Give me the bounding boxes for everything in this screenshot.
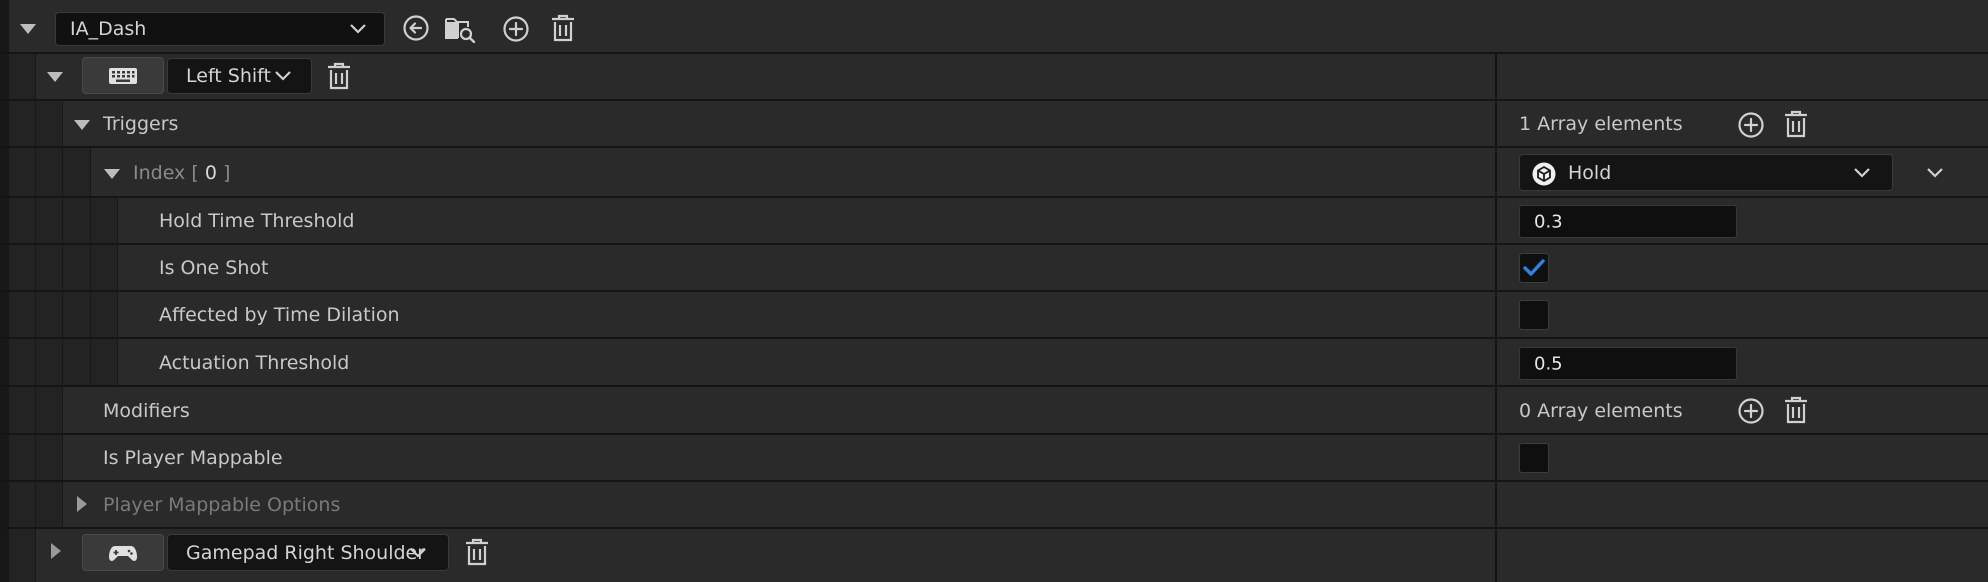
collapse-triggers-caret-icon[interactable] xyxy=(74,120,90,130)
actuation-threshold-value: 0.5 xyxy=(1534,353,1563,374)
modifiers-count: 0 Array elements xyxy=(1519,400,1683,422)
actuation-threshold-input[interactable]: 0.5 xyxy=(1519,347,1737,380)
triggers-row: Triggers 1 Array elements xyxy=(0,101,1988,148)
hold-time-threshold-label: Hold Time Threshold xyxy=(159,210,355,232)
hold-time-threshold-row: Hold Time Threshold 0.3 xyxy=(0,198,1988,245)
gamepad-mapping-row: Gamepad Right Shoulder xyxy=(0,529,1988,582)
is-one-shot-row: Is One Shot xyxy=(0,245,1988,292)
chevron-down-icon xyxy=(350,24,366,34)
gamepad-key-label: Gamepad Right Shoulder xyxy=(186,541,426,564)
hold-trigger-icon xyxy=(1532,162,1556,186)
actuation-threshold-label: Actuation Threshold xyxy=(159,352,350,374)
hold-time-threshold-input[interactable]: 0.3 xyxy=(1519,205,1737,238)
browse-back-icon[interactable] xyxy=(402,14,430,42)
key-label: Left Shift xyxy=(186,65,271,87)
triggers-label: Triggers xyxy=(103,113,179,135)
clear-modifiers-icon[interactable] xyxy=(1783,396,1809,424)
player-mappable-options-label: Player Mappable Options xyxy=(103,494,341,516)
affected-by-time-dilation-label: Affected by Time Dilation xyxy=(159,304,400,326)
collapse-mapping-caret-icon[interactable] xyxy=(20,24,36,34)
collapse-key-mapping-caret-icon[interactable] xyxy=(47,72,63,82)
chevron-down-icon xyxy=(410,547,426,558)
actuation-threshold-row: Actuation Threshold 0.5 xyxy=(0,339,1988,387)
is-one-shot-label: Is One Shot xyxy=(159,257,269,279)
trigger-index-row: Index [ 0 ] Hold xyxy=(0,148,1988,198)
clear-triggers-icon[interactable] xyxy=(1783,110,1809,138)
hold-time-threshold-value: 0.3 xyxy=(1534,211,1563,232)
chevron-down-icon xyxy=(1854,167,1870,178)
keyboard-icon xyxy=(109,67,137,84)
checkmark-icon xyxy=(1523,259,1545,276)
remove-gamepad-mapping-icon[interactable] xyxy=(464,538,490,566)
chevron-down-icon xyxy=(275,71,291,81)
gamepad-key-selector-button[interactable] xyxy=(82,534,164,571)
gamepad-icon xyxy=(109,545,137,561)
modifiers-label: Modifiers xyxy=(103,400,190,422)
add-trigger-icon[interactable] xyxy=(1737,111,1765,139)
input-action-row: IA_Dash xyxy=(0,0,1988,54)
expand-player-mappable-options-caret-icon[interactable] xyxy=(77,496,87,512)
remove-mapping-icon[interactable] xyxy=(326,62,352,90)
add-modifier-icon[interactable] xyxy=(1737,397,1765,425)
is-one-shot-checkbox[interactable] xyxy=(1519,253,1549,283)
modifiers-row: Modifiers 0 Array elements xyxy=(0,387,1988,435)
key-dropdown[interactable]: Left Shift xyxy=(167,58,312,94)
index-label: Index [ 0 ] xyxy=(133,162,231,184)
is-player-mappable-label: Is Player Mappable xyxy=(103,447,283,469)
find-in-content-browser-icon[interactable] xyxy=(444,13,476,43)
affected-by-time-dilation-checkbox[interactable] xyxy=(1519,300,1549,330)
collapse-index-caret-icon[interactable] xyxy=(104,169,120,179)
index-value: 0 xyxy=(204,162,217,184)
add-icon[interactable] xyxy=(502,15,530,43)
trigger-type-combo[interactable]: Hold xyxy=(1519,154,1893,191)
player-mappable-options-row: Player Mappable Options xyxy=(0,482,1988,529)
triggers-count: 1 Array elements xyxy=(1519,113,1683,135)
key-selector-button[interactable] xyxy=(82,57,164,94)
is-player-mappable-checkbox[interactable] xyxy=(1519,443,1549,473)
trigger-type-label: Hold xyxy=(1568,161,1612,184)
gamepad-key-dropdown[interactable]: Gamepad Right Shoulder xyxy=(167,534,449,571)
element-options-chevron-icon[interactable] xyxy=(1927,168,1943,178)
details-panel: IA_Dash Left Shift Triggers 1 Array elem… xyxy=(0,0,1988,582)
is-player-mappable-row: Is Player Mappable xyxy=(0,435,1988,482)
input-action-asset-name: IA_Dash xyxy=(70,18,147,40)
expand-gamepad-mapping-caret-icon[interactable] xyxy=(51,543,61,559)
delete-icon[interactable] xyxy=(550,14,576,42)
affected-by-time-dilation-row: Affected by Time Dilation xyxy=(0,292,1988,339)
input-action-asset-combo[interactable]: IA_Dash xyxy=(55,12,385,46)
key-mapping-row: Left Shift xyxy=(0,54,1988,101)
